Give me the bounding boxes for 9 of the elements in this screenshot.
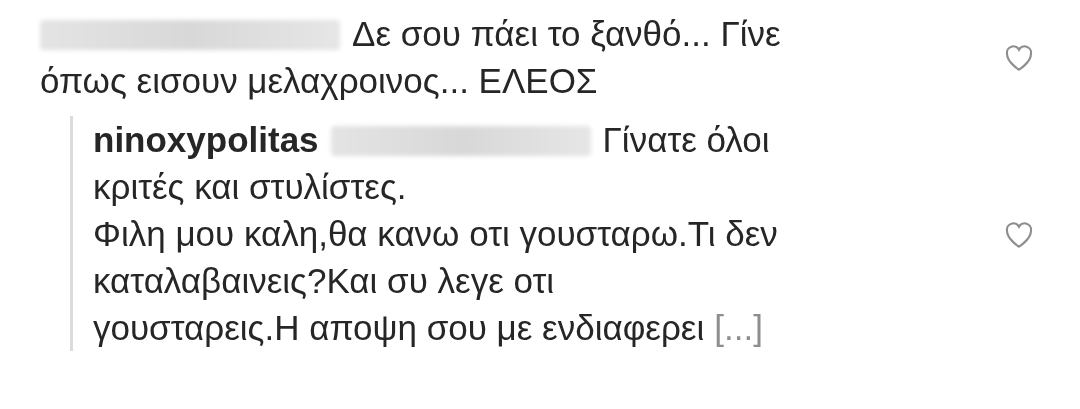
reply-line: Γίνατε όλοι <box>602 120 770 159</box>
reply-line: Φιλη μου καλη,θα κανω οτι γουσταρω.Τι δεν <box>93 214 778 253</box>
reply-line: καταλαβαινεις?Και συ λεγε οτι <box>93 261 555 300</box>
reply-line: γουσταρεις.Η αποψη σου με ενδιαφερει <box>93 308 705 347</box>
heart-icon[interactable] <box>1003 42 1035 72</box>
reply-line: κριτές και στυλίστες. <box>93 167 407 206</box>
username-link[interactable]: ninoxypolitas <box>93 120 319 159</box>
comment-line: όπως εισουν μελαχροινος... ΕΛΕΟΣ <box>40 61 598 100</box>
comment-line: Δε σου πάει το ξανθό... Γίνε <box>352 14 781 53</box>
